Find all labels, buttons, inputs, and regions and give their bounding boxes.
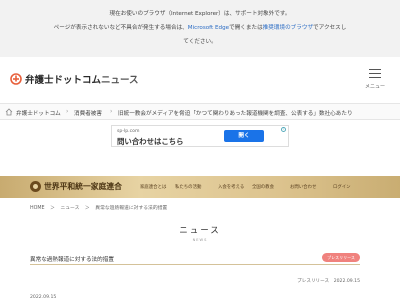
ffwpu-emblem-icon	[30, 181, 41, 192]
ffwpu-nav-item: お問い合わせ	[290, 185, 317, 190]
ffwpu-logo: 世界平和統一家庭連合	[30, 181, 122, 192]
breadcrumb: 弁護士ドットコム › 消費者被害 › 旧統一教会がメディアを脅迫「かつて関わりあ…	[0, 103, 400, 120]
site-logo[interactable]: 弁護士ドットコムニュース	[10, 72, 139, 86]
ffwpu-name: 世界平和統一家庭連合	[44, 182, 122, 191]
sub-breadcrumb-sep: ＞	[50, 206, 55, 211]
news-heading-en: NEWS	[192, 238, 208, 242]
news-heading: ニュース NEWS	[0, 224, 400, 242]
bengo4-logo-icon	[10, 73, 22, 85]
ad-title[interactable]: 問い合わせはこちら	[117, 136, 184, 147]
hamburger-icon	[369, 69, 381, 79]
sub-breadcrumb-current: 異常な過熱報道に対する法的措置	[95, 206, 168, 211]
notice-line-3: てください。	[183, 39, 217, 45]
advertisement-banner[interactable]: sp-lp.com 問い合わせはこちら 開く i	[111, 125, 289, 147]
ffwpu-nav-item: ログイン	[333, 185, 351, 190]
news-item-title: 異常な過熱報道に対する法的措置	[30, 257, 114, 263]
logo-news-text: ニュース	[101, 75, 139, 86]
ad-info-icon[interactable]: i	[281, 127, 286, 132]
menu-button[interactable]: メニュー	[360, 66, 390, 96]
chevron-right-icon: ›	[66, 108, 69, 115]
article-breadcrumb: HOME ＞ ニュース ＞ 異常な過熱報道に対する法的措置	[30, 204, 171, 211]
notice-line-1: 現在お使いのブラウザ（Internet Explorer）は、サポート対象外です…	[109, 11, 291, 17]
notice-text: ページが表示されないなど不具合が発生する場合は、	[53, 25, 188, 31]
edge-link[interactable]: Microsoft Edge	[188, 25, 229, 31]
ffwpu-nav-item: 私たちの活動	[175, 185, 202, 190]
sub-breadcrumb-news: ニュース	[60, 206, 80, 211]
ffwpu-nav-item: 全国の教会	[252, 185, 274, 190]
ffwpu-header-image: 世界平和統一家庭連合 家庭連合とは 私たちの活動 入会を考える 全国の教会 お問…	[0, 176, 400, 198]
home-icon	[5, 108, 13, 116]
notice-line-2: ページが表示されないなど不具合が発生する場合は、Microsoft Edgeで開…	[0, 24, 400, 32]
logo-main-text: 弁護士ドットコム	[25, 75, 102, 86]
notice-text: でアクセスし	[313, 25, 347, 31]
site-header: 弁護士ドットコムニュース メニュー	[0, 57, 400, 103]
breadcrumb-home-link[interactable]: 弁護士ドットコム	[16, 109, 61, 117]
ad-domain: sp-lp.com	[117, 129, 140, 134]
browser-support-notice: 現在お使いのブラウザ（Internet Explorer）は、サポート対象外です…	[0, 0, 400, 57]
logo-text: 弁護士ドットコムニュース	[25, 72, 139, 86]
breadcrumb-category-link[interactable]: 消費者被害	[74, 109, 102, 117]
notice-text: または	[245, 25, 263, 31]
ffwpu-nav-item: 入会を考える	[218, 185, 245, 190]
ad-open-button[interactable]: 開く	[224, 130, 264, 142]
recommended-browser-link[interactable]: 推奨環境のブラウザ	[263, 25, 313, 31]
release-meta: プレスリリース 2022.09.15	[297, 279, 360, 284]
sub-breadcrumb-sep: ＞	[84, 206, 90, 211]
chevron-right-icon: ›	[110, 108, 113, 115]
news-heading-jp: ニュース	[179, 226, 221, 236]
notice-text: で開く	[229, 25, 246, 31]
ffwpu-nav-item: 家庭連合とは	[140, 185, 167, 190]
news-item-row: 異常な過熱報道に対する法的措置 プレスリリース	[30, 252, 360, 265]
category-badge: プレスリリース	[322, 253, 360, 262]
menu-label: メニュー	[364, 84, 385, 90]
release-date: 2022.09.15	[30, 295, 57, 300]
breadcrumb-current: 旧統一教会がメディアを脅迫「かつて関わりあった報道機関を調査、公表する」数社心あ…	[118, 111, 353, 117]
sub-breadcrumb-home: HOME	[30, 206, 45, 211]
